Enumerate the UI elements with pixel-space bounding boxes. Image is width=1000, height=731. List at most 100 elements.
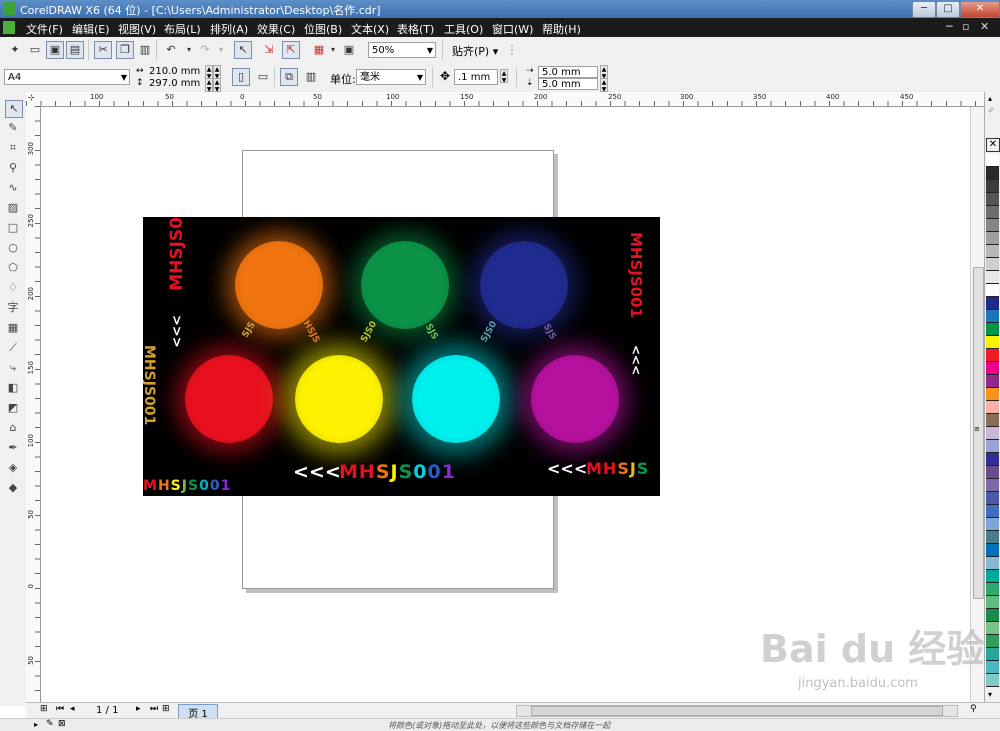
vertical-scroll-thumb[interactable] <box>973 267 984 599</box>
portrait-icon[interactable]: ▯ <box>232 68 250 86</box>
duplicate-y-input[interactable]: 5.0 mm <box>538 78 598 90</box>
menu-bitmaps[interactable]: 位图(B) <box>304 21 342 37</box>
ellipse-tool-icon[interactable]: ○ <box>5 240 21 256</box>
color-swatch[interactable] <box>986 362 999 375</box>
color-swatch[interactable] <box>986 297 999 310</box>
color-swatch[interactable] <box>986 258 999 271</box>
options-icon[interactable]: ⋮ <box>503 41 521 59</box>
crop-tool-icon[interactable]: ⌗ <box>5 140 21 156</box>
color-swatch[interactable] <box>986 336 999 349</box>
color-swatch[interactable] <box>986 440 999 453</box>
nudge-spinner[interactable]: ▲ ▼ <box>500 69 508 84</box>
shape-tool-icon[interactable]: ✎ <box>5 120 21 136</box>
color-swatch[interactable] <box>986 427 999 440</box>
menu-tools[interactable]: 工具(O) <box>444 21 483 37</box>
magenta-circle[interactable] <box>531 355 619 443</box>
first-page-icon[interactable]: ⏮ <box>56 704 64 714</box>
color-swatch[interactable] <box>986 388 999 401</box>
menu-layout[interactable]: 布局(L) <box>164 21 201 37</box>
color-swatch[interactable] <box>986 271 999 284</box>
doc-close-button[interactable]: ✕ <box>980 20 989 33</box>
fill-tool-icon[interactable]: ◈ <box>5 460 21 476</box>
dimension-tool-icon[interactable]: ⟋ <box>5 340 21 356</box>
height-spinner-alt[interactable]: ▲ ▼ <box>213 78 221 93</box>
color-swatch[interactable] <box>986 180 999 193</box>
menu-edit[interactable]: 编辑(E) <box>72 21 110 37</box>
all-pages-icon[interactable]: ⧉ <box>280 68 298 86</box>
rectangle-tool-icon[interactable]: □ <box>5 220 21 236</box>
menu-window[interactable]: 窗口(W) <box>492 21 533 37</box>
open-folder-icon[interactable]: ▭ <box>26 41 44 59</box>
menu-table[interactable]: 表格(T) <box>397 21 434 37</box>
no-fill-swatch[interactable]: ✕ <box>986 138 1000 152</box>
duplicate-x-input[interactable]: 5.0 mm <box>538 66 598 78</box>
interactive-fill-tool-icon[interactable]: ◆ <box>5 480 21 496</box>
close-button[interactable]: ✕ <box>960 1 1000 18</box>
color-swatch[interactable] <box>986 245 999 258</box>
color-swatch[interactable] <box>986 219 999 232</box>
eyedropper-tool-icon[interactable]: ⌂ <box>5 420 21 436</box>
width-spinner[interactable]: ▲ ▼ <box>205 65 213 80</box>
nudge-distance-input[interactable]: .1 mm <box>454 69 498 85</box>
copy-icon[interactable]: ❐ <box>116 41 134 59</box>
width-spinner-alt[interactable]: ▲ ▼ <box>213 65 221 80</box>
menu-text[interactable]: 文本(X) <box>351 21 389 37</box>
color-swatch[interactable] <box>986 596 999 609</box>
add-page-icon[interactable]: ⊞ <box>40 704 48 714</box>
save-icon[interactable]: ▣ <box>46 41 64 59</box>
zoom-tool-icon[interactable]: ⚲ <box>5 160 21 176</box>
neon-circles-artwork[interactable]: SJS HSJS SJS0 SJS SJS0 SJS MHSJS0 <<< MH… <box>143 217 660 496</box>
transparency-tool-icon[interactable]: ◩ <box>5 400 21 416</box>
color-swatch[interactable] <box>986 193 999 206</box>
horizontal-scrollbar[interactable] <box>516 705 958 717</box>
color-swatch[interactable] <box>986 414 999 427</box>
table-tool-icon[interactable]: ▦ <box>5 320 21 336</box>
horizontal-scroll-thumb[interactable] <box>531 706 943 716</box>
color-swatch[interactable] <box>986 466 999 479</box>
snap-to-dropdown[interactable]: 贴齐(P) ▾ <box>452 43 498 59</box>
smart-fill-tool-icon[interactable]: ▨ <box>5 200 21 216</box>
welcome-screen-icon[interactable]: ▣ <box>340 41 358 59</box>
color-swatch[interactable] <box>986 323 999 336</box>
page-width-input[interactable]: 210.0 mm <box>146 66 204 78</box>
interactive-tool-icon[interactable]: ◧ <box>5 380 21 396</box>
doc-minimize-button[interactable]: ─ <box>946 20 953 33</box>
red-circle[interactable] <box>185 355 273 443</box>
color-swatch[interactable] <box>986 505 999 518</box>
page-tab-1[interactable]: 页 1 <box>178 704 218 720</box>
minimize-button[interactable]: ─ <box>912 1 936 18</box>
basic-shapes-tool-icon[interactable]: ♢ <box>5 280 21 296</box>
next-page-icon[interactable]: ▸ <box>136 704 141 714</box>
color-swatch[interactable] <box>986 401 999 414</box>
page-height-input[interactable]: 297.0 mm <box>146 78 204 90</box>
color-swatch[interactable] <box>986 167 999 180</box>
color-swatch[interactable] <box>986 479 999 492</box>
import-icon[interactable]: ⇲ <box>260 41 278 59</box>
color-swatch[interactable] <box>986 375 999 388</box>
color-swatch[interactable] <box>986 557 999 570</box>
color-swatch[interactable] <box>986 518 999 531</box>
color-swatch[interactable] <box>986 284 999 297</box>
menu-view[interactable]: 视图(V) <box>118 21 156 37</box>
cut-icon[interactable]: ✂ <box>94 41 112 59</box>
text-tool-icon[interactable]: 字 <box>5 300 21 316</box>
prev-page-icon[interactable]: ◂ <box>70 704 75 714</box>
navy-circle[interactable] <box>480 241 568 329</box>
undo-icon[interactable]: ↶ <box>162 41 180 59</box>
redo-dropdown-icon[interactable]: ▾ <box>212 41 230 59</box>
pick-tool-icon[interactable]: ↖ <box>5 100 23 118</box>
menu-help[interactable]: 帮助(H) <box>542 21 581 37</box>
dup-y-spinner[interactable]: ▲ ▼ <box>600 78 608 93</box>
color-swatch[interactable] <box>986 544 999 557</box>
orange-circle[interactable] <box>235 241 323 329</box>
outline-tool-icon[interactable]: ✒ <box>5 440 21 456</box>
last-page-icon[interactable]: ⏭ <box>150 704 158 714</box>
current-page-icon[interactable]: ▥ <box>302 68 320 86</box>
color-swatch[interactable] <box>986 531 999 544</box>
new-document-icon[interactable]: ✦ <box>6 41 24 59</box>
drawing-canvas[interactable]: SJS HSJS SJS0 SJS SJS0 SJS MHSJS0 <<< MH… <box>41 107 970 702</box>
paste-icon[interactable]: ▥ <box>136 41 154 59</box>
search-content-icon[interactable]: ↖ <box>234 41 252 59</box>
landscape-icon[interactable]: ▭ <box>254 68 272 86</box>
horizontal-ruler[interactable]: ⊹ 100 50 0 50 100 150 200 250 300 350 40… <box>26 92 986 107</box>
